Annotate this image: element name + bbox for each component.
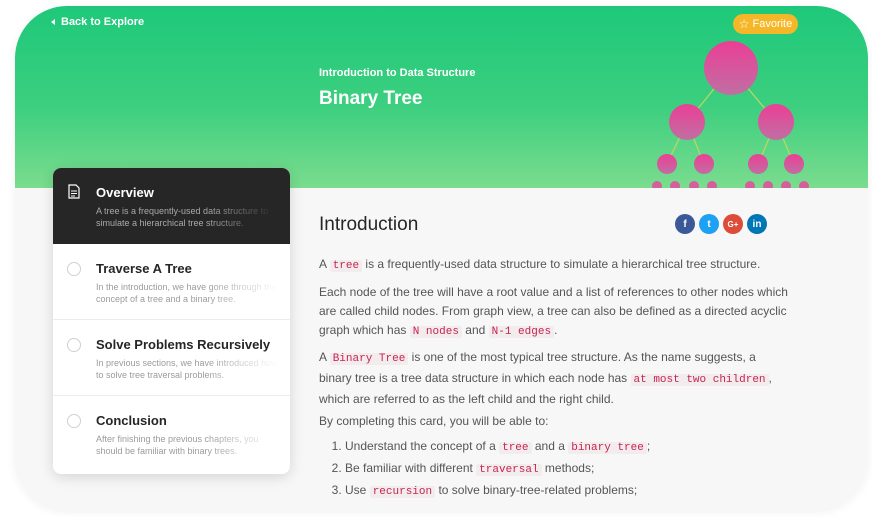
inline-code: tree: [329, 260, 363, 272]
inline-code: binary tree: [568, 442, 647, 454]
sidebar-item-desc: In previous sections, we have introduced…: [96, 358, 278, 380]
back-to-explore-link[interactable]: Back to Explore: [51, 16, 144, 28]
text: A: [319, 257, 330, 271]
inline-code: traversal: [476, 464, 542, 476]
text: ;: [646, 439, 651, 453]
text: is a frequently-used data structure to s…: [362, 257, 761, 271]
explore-card: Back to Explore ☆ Favorite Introduction …: [15, 6, 868, 510]
list-item: Use recursion to solve binary-tree-relat…: [345, 480, 785, 502]
text: and a: [531, 439, 569, 453]
sidebar-item-solve-problems-recursively[interactable]: Solve Problems Recursively In previous s…: [53, 320, 290, 396]
sidebar-item-title: Traverse A Tree: [96, 261, 192, 276]
inline-code: tree: [499, 442, 532, 454]
list-item: Understand the concept of a tree and a b…: [345, 436, 785, 458]
circle-icon: [67, 262, 81, 276]
text: .: [554, 323, 558, 337]
inline-code: N-1 edges: [488, 326, 555, 338]
section-heading: Introduction: [319, 214, 419, 235]
card-header: Back to Explore ☆ Favorite Introduction …: [15, 6, 868, 188]
chevron-left-icon: [51, 19, 55, 25]
sidebar-item-conclusion[interactable]: Conclusion After finishing the previous …: [53, 396, 290, 472]
sidebar-item-traverse-a-tree[interactable]: Traverse A Tree In the introduction, we …: [53, 244, 290, 320]
paragraph-3: A Binary Tree is one of the most typical…: [319, 348, 789, 409]
chapter-sidebar: Overview A tree is a frequently-used dat…: [53, 168, 290, 474]
circle-icon: [67, 414, 81, 428]
paragraph-1: A tree is a frequently-used data structu…: [319, 255, 789, 276]
document-icon: [68, 184, 80, 199]
inline-code: recursion: [369, 486, 436, 498]
sidebar-item-title: Conclusion: [96, 413, 167, 428]
binary-tree-illustration: [652, 41, 809, 188]
text: and: [461, 323, 489, 337]
back-label: Back to Explore: [61, 16, 145, 28]
text: A: [319, 350, 330, 364]
sidebar-item-title: Overview: [96, 185, 154, 200]
list-item: Be familiar with different traversal met…: [345, 458, 785, 480]
text: methods;: [541, 461, 595, 475]
text: to solve binary-tree-related problems;: [435, 483, 638, 497]
text: Understand the concept of a: [345, 439, 500, 453]
inline-code: N nodes: [409, 326, 462, 338]
sidebar-item-desc: After finishing the previous chapters, y…: [96, 434, 259, 456]
text: Use: [345, 483, 370, 497]
sidebar-item-desc: A tree is a frequently-used data structu…: [96, 206, 269, 228]
sidebar-item-overview[interactable]: Overview A tree is a frequently-used dat…: [53, 168, 290, 244]
paragraph-2: Each node of the tree will have a root v…: [319, 283, 789, 342]
sidebar-item-title: Solve Problems Recursively: [96, 337, 271, 352]
inline-code: at most two children: [630, 374, 769, 386]
card-title: Binary Tree: [319, 88, 423, 109]
paragraph-4: By completing this card, you will be abl…: [319, 414, 549, 428]
objectives-list: Understand the concept of a tree and a b…: [319, 436, 785, 502]
text: Be familiar with different: [345, 461, 477, 475]
circle-icon: [67, 338, 81, 352]
inline-code: Binary Tree: [329, 353, 409, 365]
card-subtitle: Introduction to Data Structure: [319, 67, 476, 79]
sidebar-item-desc: In the introduction, we have gone throug…: [96, 282, 277, 304]
article-content: Introduction A tree is a frequently-used…: [319, 214, 789, 498]
